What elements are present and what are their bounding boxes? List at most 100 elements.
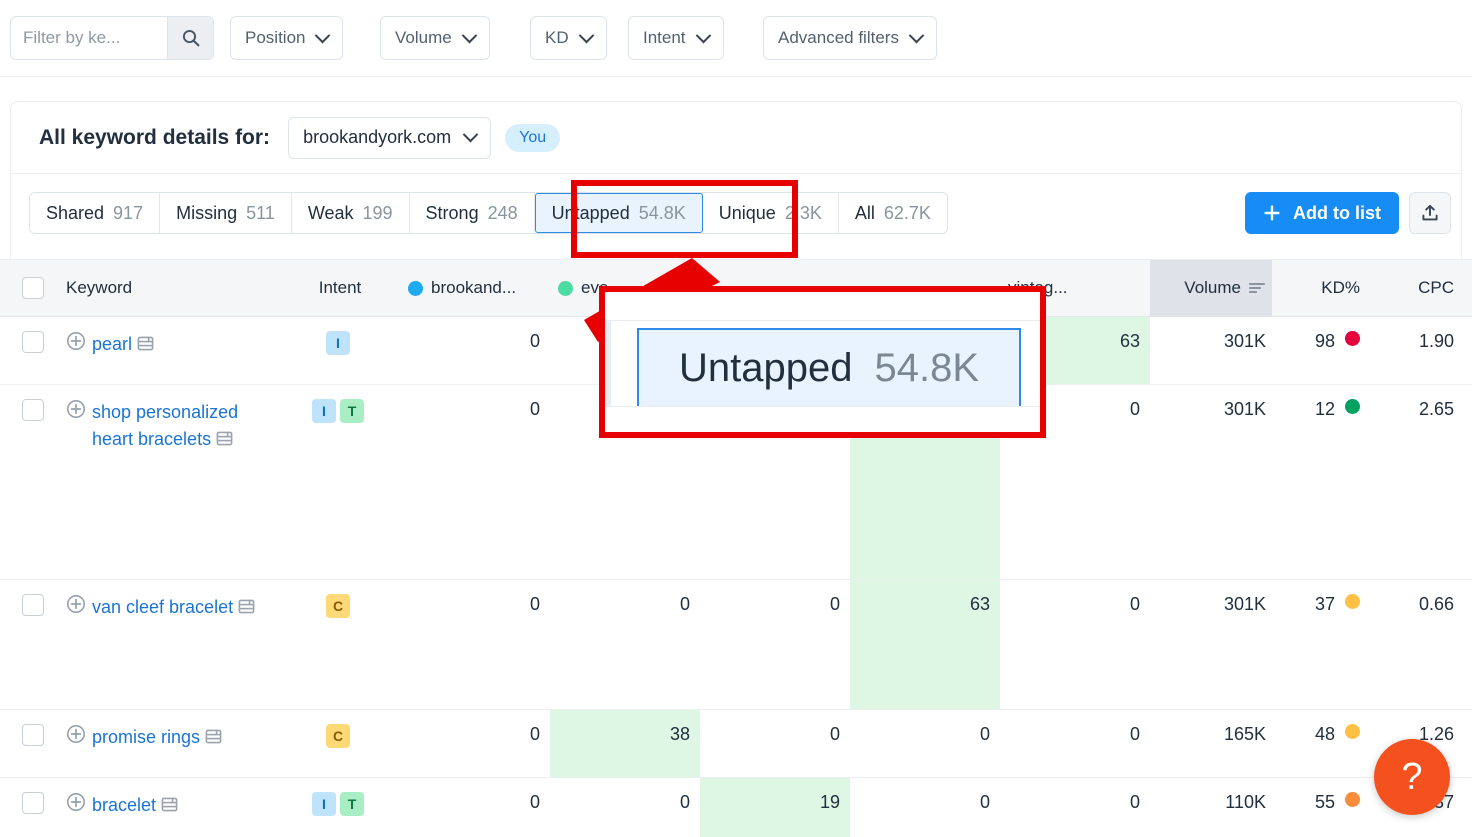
keyword-link[interactable]: bracelet [92,792,178,819]
expand-keyword-icon[interactable] [66,331,86,351]
kd-value: 55 [1314,792,1335,812]
column-header-volume-label: Volume [1184,278,1241,297]
tab-all-label: All [854,202,875,223]
intent-badge-T: T [340,399,364,423]
column-header-intent[interactable]: Intent [280,260,400,316]
expand-keyword-icon[interactable] [66,792,86,812]
cell-value: 2.65 [1418,399,1454,419]
callout-inner: Untapped 54.8K [605,292,1040,432]
select-all-checkbox[interactable] [22,277,44,299]
domain-selector[interactable]: brookandyork.com [288,116,492,159]
help-button[interactable]: ? [1374,739,1450,815]
filter-kd[interactable]: KD [530,16,607,60]
tab-unique[interactable]: Unique 2.3K [702,193,839,233]
cell-intent: IT [280,778,400,837]
cell-value: 0.66 [1418,594,1454,614]
cell-d3: 19 [700,778,850,837]
chevron-down-icon [908,27,925,43]
add-to-list-button[interactable]: Add to list [1245,192,1399,234]
search-button[interactable] [167,17,213,59]
tab-strong[interactable]: Strong 248 [409,193,535,233]
column-header-domain-1[interactable]: brookand... [400,260,550,316]
row-checkbox[interactable] [22,724,44,746]
cell-d1: 0 [400,710,550,777]
search-input[interactable] [11,17,167,59]
keyword-link[interactable]: pearl [92,331,154,358]
filter-advanced[interactable]: Advanced filters [763,16,937,60]
expand-keyword-icon[interactable] [66,724,86,744]
intent-badge-I: I [326,331,350,355]
cell-cpc: 0.66 [1384,580,1472,709]
row-checkbox[interactable] [22,331,44,353]
row-checkbox[interactable] [22,594,44,616]
search-icon [182,29,199,47]
tab-weak-count: 199 [362,202,393,223]
row-checkbox[interactable] [22,399,44,421]
cell-value: 0 [979,792,990,812]
tab-untapped-label: Untapped [551,202,630,223]
tab-weak[interactable]: Weak 199 [291,193,410,233]
tab-unique-count: 2.3K [784,202,822,223]
expand-keyword-icon[interactable] [66,399,86,419]
cell-volume: 110K [1150,778,1272,837]
cell-value: 0 [1129,792,1140,812]
cell-kd: 98 [1272,317,1384,384]
column-header-keyword[interactable]: Keyword [66,260,280,316]
tab-strong-count: 248 [487,202,518,223]
row-select-cell [0,385,66,579]
tab-missing[interactable]: Missing 511 [160,193,292,233]
cell-cpc: 2.65 [1384,385,1472,579]
keyword-link[interactable]: van cleef bracelet [92,594,255,621]
table-row[interactable]: braceletIT001900110K551.37 [0,778,1472,837]
cell-value: 63 [969,594,990,614]
cell-value: 0 [1129,594,1140,614]
chevron-down-icon [695,27,711,43]
cell-cpc: 1.90 [1384,317,1472,384]
column-header-kd-label: KD% [1321,278,1360,297]
cell-d1: 0 [400,385,550,579]
serp-features-icon[interactable] [205,728,222,745]
sort-descending-icon [1249,282,1266,294]
serp-features-icon[interactable] [161,796,178,813]
serp-features-icon[interactable] [137,335,154,352]
cell-value: 0 [1129,724,1140,744]
tab-shared[interactable]: Shared 917 [30,193,161,233]
cell-d3: 0 [700,580,850,709]
row-checkbox[interactable] [22,792,44,814]
filter-tab-group: Shared 917 Missing 511 Weak 199 Strong 2… [29,192,948,234]
callout-untapped-tab: Untapped 54.8K [637,328,1021,408]
column-header-keyword-label: Keyword [66,278,133,297]
row-select-cell [0,710,66,777]
serp-features-icon[interactable] [216,430,233,447]
tab-all[interactable]: All 62.7K [838,193,947,233]
tab-untapped-count: 54.8K [638,202,686,223]
column-header-volume[interactable]: Volume [1150,260,1272,316]
cell-d5: 0 [1000,710,1150,777]
tab-untapped[interactable]: Untapped 54.8K [534,193,703,233]
page-title: All keyword details for: [39,125,271,149]
expand-keyword-icon[interactable] [66,594,86,614]
cell-value: 165K [1223,724,1266,744]
column-header-cpc[interactable]: CPC [1384,260,1472,316]
cell-d2: 38 [550,710,700,777]
table-row[interactable]: promise rings C 0 38 0 0 0 165K 48 1.26 [0,710,1472,778]
filter-position[interactable]: Position [230,16,344,60]
table-row[interactable]: van cleef bracelet C 0 0 0 63 0 301K 37 0.66 [0,580,1472,710]
select-all-cell [0,260,66,316]
domain-dot-icon [408,280,423,296]
cell-keyword: bracelet [66,778,280,837]
filter-volume[interactable]: Volume [380,16,490,60]
cell-value: 0 [679,594,690,614]
filter-intent-label: Intent [643,28,686,47]
filter-intent[interactable]: Intent [628,16,724,60]
chevron-down-icon [578,27,594,43]
export-button[interactable] [1409,192,1451,234]
cell-volume: 165K [1150,710,1272,777]
serp-features-icon[interactable] [238,598,255,615]
filter-position-label: Position [245,28,306,47]
cell-value: 0 [829,724,840,744]
keyword-link[interactable]: shop personalized heart bracelets [92,399,280,452]
column-header-kd[interactable]: KD% [1272,260,1384,316]
keyword-filter-search[interactable] [10,16,214,60]
keyword-link[interactable]: promise rings [92,724,222,751]
